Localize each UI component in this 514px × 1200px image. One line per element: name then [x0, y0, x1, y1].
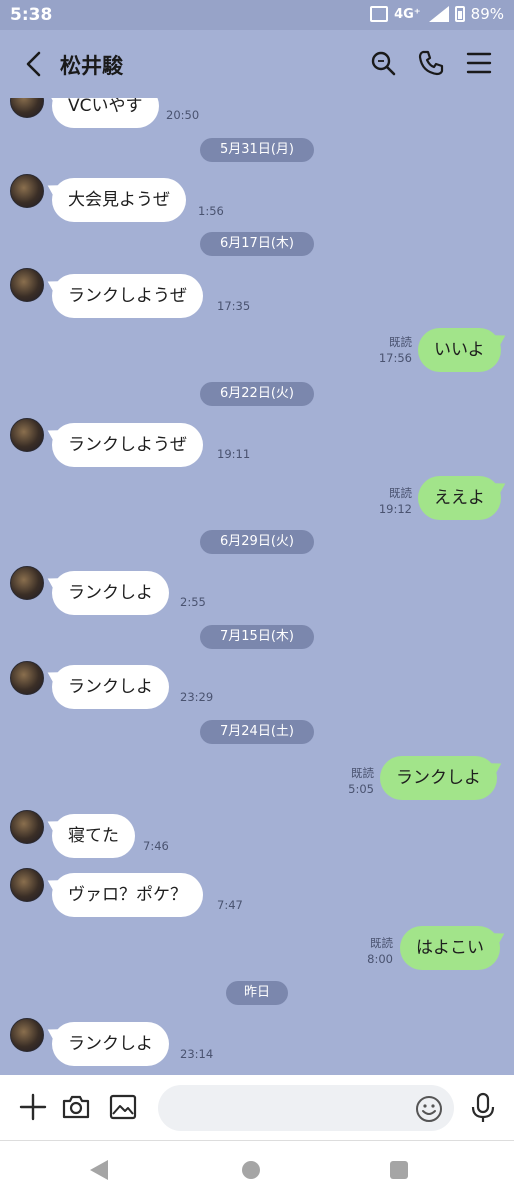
battery-icon	[454, 6, 465, 22]
message-bubble[interactable]: ええよ	[418, 476, 501, 520]
chat-header: 松井駿	[0, 30, 514, 98]
vibrate-icon	[370, 6, 389, 22]
message-time: 2:55	[180, 595, 206, 609]
avatar[interactable]	[10, 98, 44, 118]
read-label: 既読	[351, 766, 374, 780]
message-bubble[interactable]: 寝てた	[52, 814, 135, 858]
message-time: 1:56	[198, 204, 224, 218]
message-bubble[interactable]: はよこい	[400, 926, 500, 970]
date-separator: 昨日	[226, 981, 288, 1005]
phone-icon[interactable]	[416, 48, 446, 78]
read-label: 既読	[389, 335, 412, 349]
date-separator: 6月29日(火)	[200, 530, 314, 554]
avatar[interactable]	[10, 1018, 44, 1052]
nav-recents-icon[interactable]	[390, 1161, 408, 1179]
message-bubble[interactable]: ランクしよ	[52, 1022, 169, 1066]
read-label: 既読	[389, 486, 412, 500]
message-time: 19:12	[378, 502, 412, 516]
nav-back-icon[interactable]	[90, 1160, 108, 1180]
message-bubble[interactable]: ランクしよ	[380, 756, 497, 800]
message-bubble[interactable]: ランクしよ	[52, 571, 169, 615]
date-separator: 7月24日(土)	[200, 720, 314, 744]
system-nav-bar	[0, 1141, 514, 1200]
battery-percent: 89%	[470, 5, 504, 23]
read-receipt: 既読 17:56	[372, 334, 412, 366]
read-label: 既読	[370, 936, 393, 950]
back-arrow-icon[interactable]	[20, 48, 50, 80]
date-separator: 6月17日(木)	[200, 232, 314, 256]
avatar[interactable]	[10, 868, 44, 902]
message-bubble[interactable]: 大会見ようぜ	[52, 178, 186, 222]
avatar[interactable]	[10, 268, 44, 302]
avatar[interactable]	[10, 661, 44, 695]
message-time: 8:00	[367, 952, 393, 966]
message-bubble[interactable]: いいよ	[418, 328, 501, 372]
message-time: 20:50	[166, 108, 200, 122]
message-bubble[interactable]: VCいやす	[52, 98, 159, 128]
search-icon[interactable]	[368, 48, 398, 78]
avatar[interactable]	[10, 566, 44, 600]
status-icons: 4G⁺ 89%	[370, 5, 504, 23]
message-bubble[interactable]: ランクしよ	[52, 665, 169, 709]
status-time: 5:38	[10, 5, 53, 25]
avatar[interactable]	[10, 418, 44, 452]
avatar[interactable]	[10, 810, 44, 844]
network-label: 4G⁺	[394, 6, 421, 22]
avatar[interactable]	[10, 174, 44, 208]
input-bar	[0, 1075, 514, 1141]
message-time: 7:46	[143, 839, 169, 853]
message-input[interactable]	[158, 1085, 454, 1131]
message-bubble[interactable]: ヴァロ？ポケ？	[52, 873, 203, 917]
message-bubble[interactable]: ランクしようぜ	[52, 274, 203, 318]
menu-icon[interactable]	[464, 48, 494, 78]
status-bar: 5:38 4G⁺ 89%	[0, 0, 514, 30]
date-separator: 6月22日(火)	[200, 382, 314, 406]
microphone-icon[interactable]	[468, 1092, 498, 1124]
message-time: 7:47	[217, 898, 243, 912]
camera-icon[interactable]	[61, 1092, 91, 1122]
nav-home-icon[interactable]	[242, 1161, 260, 1179]
emoji-icon[interactable]	[415, 1095, 443, 1123]
message-list[interactable]: VCいやす 20:50 5月31日(月) 大会見ようぜ 1:56 6月17日(木…	[0, 98, 514, 1075]
read-receipt: 既読 8:00	[353, 935, 393, 967]
message-time: 23:29	[180, 690, 214, 704]
read-receipt: 既読 19:12	[372, 485, 412, 517]
message-bubble[interactable]: ランクしようぜ	[52, 423, 203, 467]
message-time: 17:35	[217, 299, 251, 313]
read-receipt: 既読 5:05	[334, 765, 374, 797]
signal-icon	[427, 6, 449, 22]
plus-icon[interactable]	[18, 1092, 48, 1122]
chat-title: 松井駿	[60, 54, 123, 78]
message-time: 17:56	[378, 351, 412, 365]
date-separator: 7月15日(木)	[200, 625, 314, 649]
message-time: 19:11	[217, 447, 251, 461]
message-time: 5:05	[348, 782, 374, 796]
date-separator: 5月31日(月)	[200, 138, 314, 162]
message-time: 23:14	[180, 1047, 214, 1061]
image-icon[interactable]	[108, 1092, 138, 1122]
